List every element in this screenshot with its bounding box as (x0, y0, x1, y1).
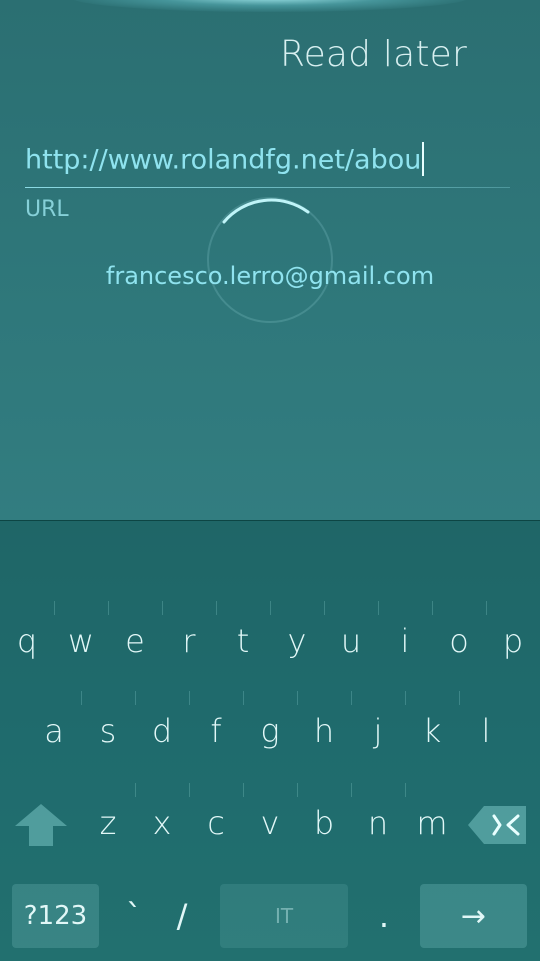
key-o[interactable]: o (432, 601, 486, 681)
key-i[interactable]: i (378, 601, 432, 681)
read-later-page: Read later http://www.rolandfg.net/abou … (0, 0, 540, 520)
key-m[interactable]: m (405, 783, 459, 863)
key-x[interactable]: x (135, 783, 189, 863)
shift-arrow-icon[interactable] (13, 802, 69, 848)
busy-indicator (207, 197, 333, 323)
enter-key[interactable]: → (420, 884, 527, 948)
space-key[interactable]: IT (220, 884, 348, 948)
url-input-value[interactable]: http://www.rolandfg.net/abou (25, 142, 425, 178)
key-c[interactable]: c (189, 783, 243, 863)
symbols-key[interactable]: ?123 (12, 884, 99, 948)
url-underline (25, 187, 510, 188)
key-period[interactable]: . (364, 884, 404, 948)
key-slash[interactable]: / (162, 884, 202, 948)
key-h[interactable]: h (297, 691, 351, 771)
key-a[interactable]: a (27, 691, 81, 771)
key-u[interactable]: u (324, 601, 378, 681)
key-t[interactable]: t (216, 601, 270, 681)
account-email: francesco.lerro@gmail.com (105, 262, 435, 290)
page-title: Read later (279, 34, 467, 75)
text-cursor (422, 142, 425, 176)
key-v[interactable]: v (243, 783, 297, 863)
key-f[interactable]: f (189, 691, 243, 771)
key-g[interactable]: g (243, 691, 297, 771)
key-n[interactable]: n (351, 783, 405, 863)
key-k[interactable]: k (405, 691, 459, 771)
url-text: http://www.rolandfg.net/abou (25, 144, 422, 176)
url-field[interactable]: http://www.rolandfg.net/abou (25, 140, 510, 188)
virtual-keyboard: q w e r t y u i o p a s d f g h j k l z … (0, 520, 540, 961)
key-l[interactable]: l (459, 691, 513, 771)
key-z[interactable]: z (81, 783, 135, 863)
key-j[interactable]: j (351, 691, 405, 771)
top-glow (70, 0, 470, 12)
key-b[interactable]: b (297, 783, 351, 863)
key-s[interactable]: s (81, 691, 135, 771)
key-r[interactable]: r (162, 601, 216, 681)
key-e[interactable]: e (108, 601, 162, 681)
key-w[interactable]: w (54, 601, 108, 681)
key-y[interactable]: y (270, 601, 324, 681)
key-backtick[interactable]: ` (114, 884, 154, 948)
key-p[interactable]: p (486, 601, 540, 681)
key-q[interactable]: q (0, 601, 54, 681)
url-label: URL (25, 197, 69, 222)
key-d[interactable]: d (135, 691, 189, 771)
backspace-icon[interactable] (466, 802, 530, 848)
